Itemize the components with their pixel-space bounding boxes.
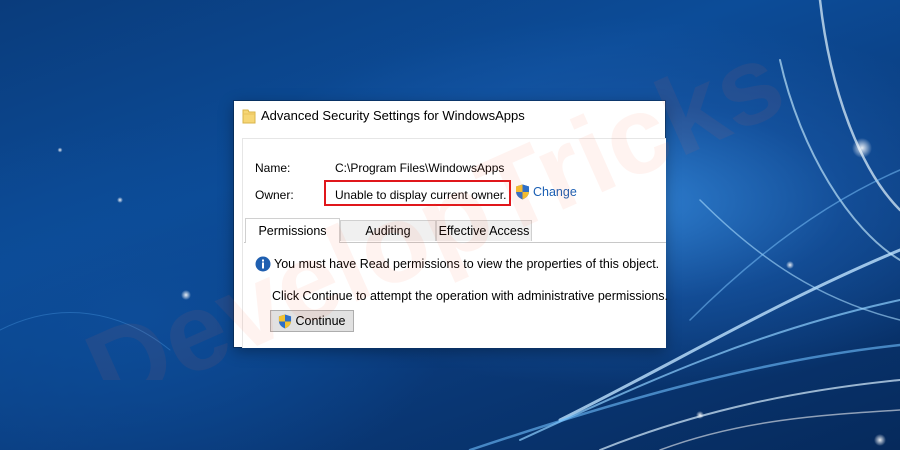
info-icon <box>255 256 271 272</box>
info-message-row: You must have Read permissions to view t… <box>255 256 659 272</box>
info-message: You must have Read permissions to view t… <box>274 257 660 271</box>
change-owner-link[interactable]: Change <box>515 182 577 202</box>
name-value: C:\Program Files\WindowsApps <box>335 161 505 175</box>
security-content: Name: C:\Program Files\WindowsApps Owner… <box>242 138 669 348</box>
owner-label: Owner: <box>255 188 294 202</box>
change-link-label: Change <box>533 185 577 199</box>
name-label: Name: <box>255 161 291 175</box>
advanced-security-settings-window: Advanced Security Settings for WindowsAp… <box>234 101 669 348</box>
tab-effective-access[interactable]: Effective Access <box>436 220 532 241</box>
tab-label: Effective Access <box>438 224 530 238</box>
title-bar[interactable]: Advanced Security Settings for WindowsAp… <box>234 101 665 131</box>
owner-value: Unable to display current owner. <box>335 188 507 202</box>
tab-permissions[interactable]: Permissions <box>245 218 340 243</box>
tab-auditing[interactable]: Auditing <box>340 220 436 241</box>
uac-shield-icon <box>516 184 529 200</box>
folder-icon <box>242 109 256 124</box>
continue-prompt: Click Continue to attempt the operation … <box>272 289 669 303</box>
uac-shield-icon <box>279 314 292 328</box>
continue-button[interactable]: Continue <box>270 310 354 332</box>
tab-strip: Permissions Auditing Effective Access <box>244 218 666 243</box>
window-title: Advanced Security Settings for WindowsAp… <box>261 108 525 123</box>
tab-label: Auditing <box>365 224 411 238</box>
continue-button-label: Continue <box>295 314 346 328</box>
tab-label: Permissions <box>258 224 327 238</box>
